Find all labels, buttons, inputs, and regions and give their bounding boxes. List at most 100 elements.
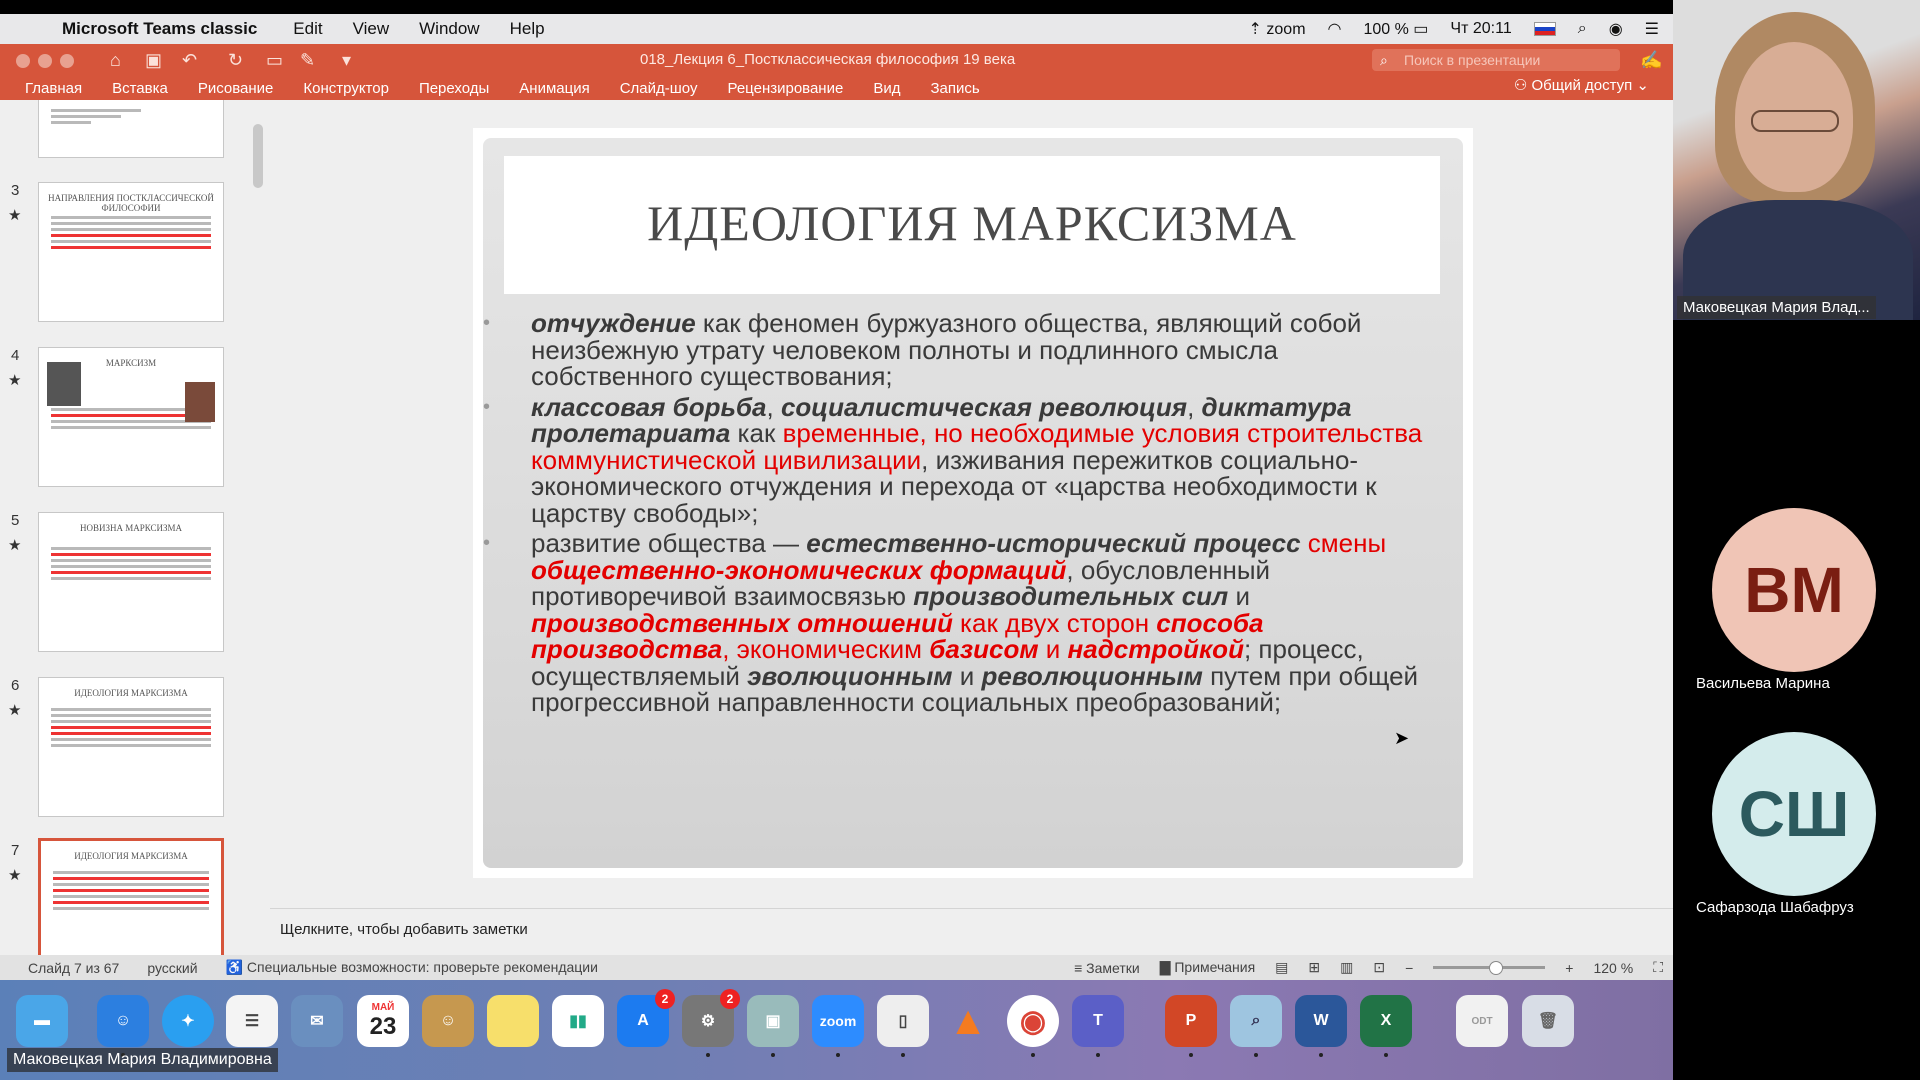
wifi-icon[interactable]: ◠ [1328, 19, 1342, 39]
language-indicator[interactable]: русский [147, 960, 197, 976]
system-settings-icon[interactable]: ⚙ 2 [682, 989, 740, 1057]
siri-icon[interactable]: ◉ [1609, 19, 1623, 39]
chrome-icon[interactable]: ◉ [1007, 995, 1059, 1057]
zoom-app-icon[interactable]: zoom [812, 995, 864, 1057]
slideshow-icon[interactable]: ▭ [266, 50, 283, 71]
preview-icon[interactable]: ✉ [291, 995, 343, 1047]
thumbnail-scrollbar[interactable] [253, 124, 263, 188]
tab-animations[interactable]: Анимация [519, 80, 589, 97]
slide-thumbnail-3[interactable]: НАПРАВЛЕНИЯ ПОСТКЛАССИЧЕСКОЙ ФИЛОСОФИИ [38, 182, 224, 322]
folder-icon[interactable]: ▬ [16, 995, 68, 1047]
slide-title-box[interactable]: ИДЕОЛОГИЯ МАРКСИЗМА [504, 156, 1440, 294]
slide-editor[interactable]: ИДЕОЛОГИЯ МАРКСИЗМА отчуждение как феном… [270, 100, 1673, 920]
menu-edit[interactable]: Edit [293, 19, 322, 39]
tab-view[interactable]: Вид [873, 80, 900, 97]
notes-pane[interactable]: Щелкните, чтобы добавить заметки [270, 908, 1673, 955]
notes-app-icon[interactable] [487, 995, 539, 1047]
slide-thumbnail-6[interactable]: ИДЕОЛОГИЯ МАРКСИЗМА [38, 677, 224, 817]
battery-status[interactable]: 100 % ▭ [1363, 19, 1428, 39]
window-zoom-button[interactable] [60, 54, 74, 68]
slide-number-3: 3 [11, 182, 20, 199]
window-close-button[interactable] [16, 54, 30, 68]
draw-icon[interactable]: ✎ [300, 50, 315, 71]
tab-transitions[interactable]: Переходы [419, 80, 489, 97]
menu-help[interactable]: Help [510, 19, 545, 39]
participant-glasses-shape [1751, 110, 1839, 132]
feedback-icon[interactable]: ✍ [1640, 50, 1662, 71]
redo-icon[interactable]: ↻ [228, 50, 243, 71]
participant-avatar-2[interactable]: СШ [1712, 732, 1876, 896]
menu-app-name[interactable]: Microsoft Teams classic [62, 19, 257, 39]
powerpoint-icon[interactable]: P [1165, 995, 1217, 1057]
tab-slideshow[interactable]: Слайд-шоу [620, 80, 698, 97]
control-center-icon[interactable]: ☰ [1645, 19, 1659, 39]
participant-video[interactable]: Маковецкая Мария Влад... [1673, 0, 1920, 320]
presenter-view-icon[interactable]: ⊡ [1373, 959, 1385, 976]
menu-view[interactable]: View [353, 19, 390, 39]
tab-review[interactable]: Рецензирование [727, 80, 843, 97]
document-icon[interactable]: ▯ [877, 995, 929, 1057]
presentation-search-input[interactable]: ⌕ Поиск в презентации [1372, 49, 1620, 71]
clock[interactable]: Чт 20:11 [1450, 20, 1511, 38]
window-minimize-button[interactable] [38, 54, 52, 68]
ribbon-tabs: Главная Вставка Рисование Конструктор Пе… [0, 76, 1673, 100]
save-icon[interactable]: ▣ [145, 50, 162, 71]
downloads-document-icon[interactable]: ODT [1456, 995, 1508, 1047]
input-source-flag-icon[interactable] [1533, 22, 1556, 36]
tab-home[interactable]: Главная [25, 80, 82, 97]
slide-content[interactable]: отчуждение как феномен буржуазного общес… [483, 310, 1431, 720]
animation-star-icon: ★ [8, 867, 22, 884]
reading-view-icon[interactable]: ▥ [1340, 959, 1353, 976]
zoom-slider[interactable] [1433, 961, 1546, 975]
undo-icon[interactable]: ↶ [182, 50, 197, 71]
notes-toggle-button[interactable]: ≡ Заметки [1074, 960, 1140, 976]
trash-icon[interactable]: 🗑 [1522, 995, 1574, 1047]
participant-avatar-1[interactable]: ВМ [1712, 508, 1876, 672]
app-store-badge: 2 [655, 989, 675, 1009]
finder-icon[interactable]: ☺ [97, 995, 149, 1057]
comments-button[interactable]: ▇ Примечания [1160, 959, 1255, 976]
home-icon[interactable]: ⌂ [110, 50, 121, 71]
b3-redbold5: надстройкой [1067, 634, 1244, 664]
b3-bold3: эволюционным [747, 660, 953, 691]
reminders-icon[interactable]: ☰ [226, 995, 278, 1047]
tab-record[interactable]: Запись [930, 80, 979, 97]
b3-and2: и [952, 660, 982, 691]
calendar-icon[interactable]: МАЙ 23 [357, 995, 409, 1047]
slide-thumbnail-2[interactable] [38, 100, 224, 158]
slide-thumbnail-5[interactable]: НОВИЗНА МАРКСИЗМА [38, 512, 224, 652]
b3-redbold4: базисом [929, 634, 1039, 664]
normal-view-icon[interactable]: ▤ [1275, 959, 1288, 976]
vlc-icon[interactable]: ▲ [942, 995, 994, 1047]
contacts-icon[interactable]: ☺ [422, 995, 474, 1047]
image-capture-icon[interactable]: ▣ [747, 995, 799, 1057]
safari-icon[interactable]: ✦ [162, 995, 214, 1047]
excel-icon[interactable]: X [1360, 995, 1412, 1057]
zoom-in-icon[interactable]: + [1565, 960, 1573, 976]
customize-qat-icon[interactable]: ▾ [342, 50, 351, 71]
slide-thumbnail-4[interactable]: МАРКСИЗМ [38, 347, 224, 487]
teams-icon[interactable]: T [1072, 995, 1124, 1057]
accessibility-checker[interactable]: ♿ Специальные возможности: проверьте рек… [226, 959, 598, 976]
share-button[interactable]: ⚇ Общий доступ ⌄ [1514, 76, 1649, 94]
current-slide[interactable]: ИДЕОЛОГИЯ МАРКСИЗМА отчуждение как феном… [473, 128, 1473, 878]
zoom-level[interactable]: 120 % [1593, 960, 1633, 976]
slide-thumbnail-7-selected[interactable]: ИДЕОЛОГИЯ МАРКСИЗМА [38, 838, 224, 955]
tab-insert[interactable]: Вставка [112, 80, 168, 97]
add-person-icon: ⚇ [1513, 77, 1528, 94]
tab-draw[interactable]: Рисование [198, 80, 274, 97]
zoom-status[interactable]: ⇡ zoom [1249, 19, 1306, 39]
slide-counter: Слайд 7 из 67 [28, 959, 120, 976]
slide-sorter-icon[interactable]: ⊞ [1308, 959, 1320, 976]
zoom-out-icon[interactable]: − [1405, 960, 1413, 976]
slide-thumbnail-pane[interactable]: 3 ★ НАПРАВЛЕНИЯ ПОСТКЛАССИЧЕСКОЙ ФИЛОСОФ… [0, 100, 256, 955]
app-store-icon[interactable]: A2 [617, 989, 675, 1047]
preview-magnifier-icon[interactable]: ⌕ [1230, 995, 1282, 1057]
tab-design[interactable]: Конструктор [303, 80, 389, 97]
fit-to-window-icon[interactable]: ⛶ [1653, 959, 1663, 976]
word-icon[interactable]: W [1295, 995, 1347, 1057]
slide-number-5: 5 [11, 512, 20, 529]
spotlight-search-icon[interactable]: ⌕ [1578, 20, 1587, 38]
menu-window[interactable]: Window [419, 19, 479, 39]
numbers-icon[interactable]: ▮▮ [552, 995, 604, 1047]
